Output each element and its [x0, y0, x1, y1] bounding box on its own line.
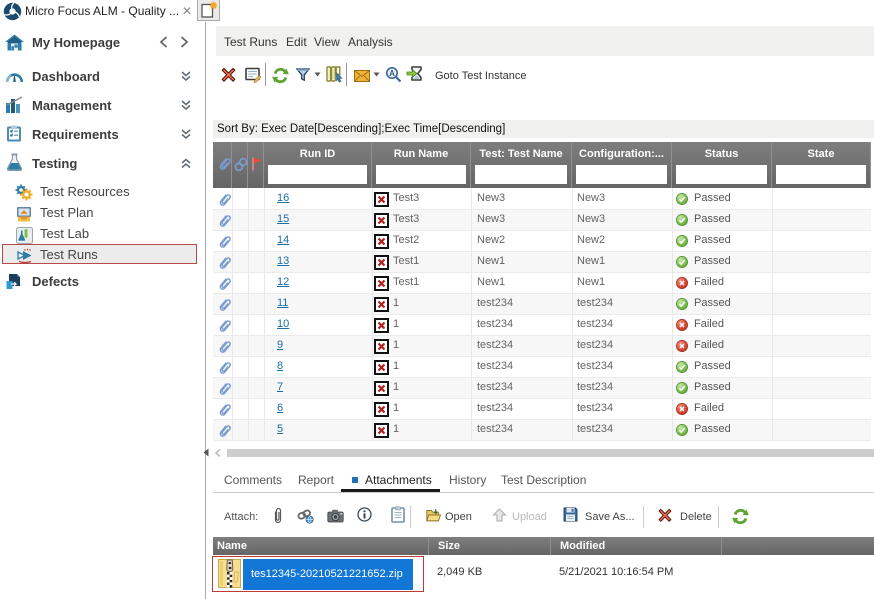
svg-text:A: A: [389, 69, 395, 78]
